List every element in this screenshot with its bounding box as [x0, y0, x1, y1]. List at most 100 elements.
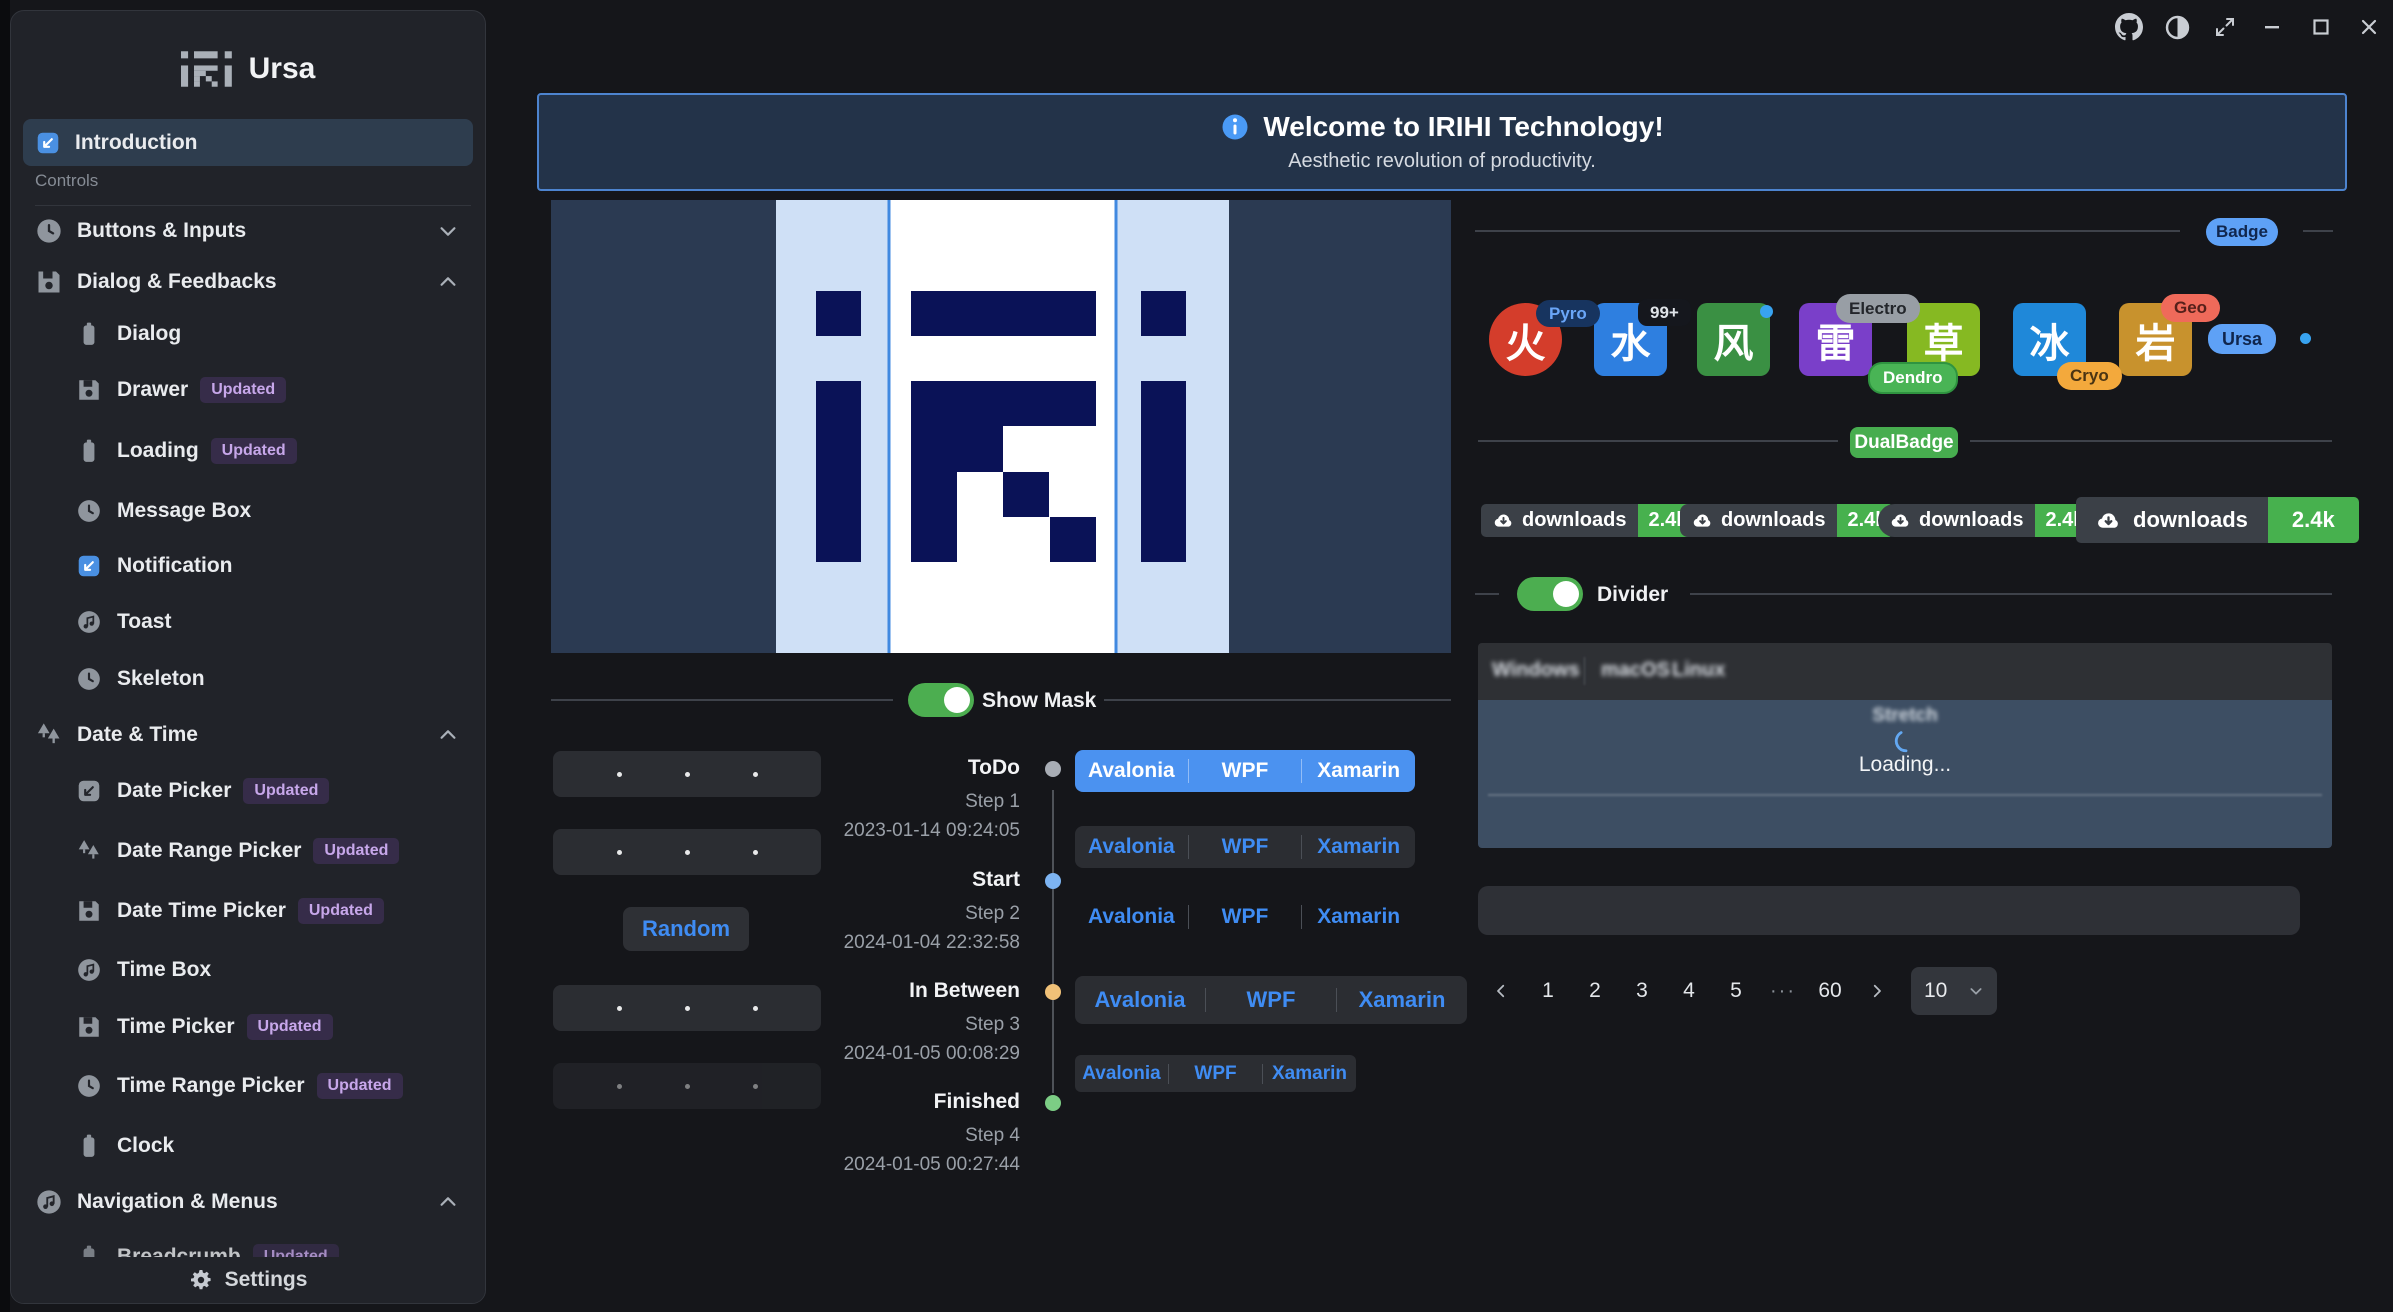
sidebar-item-time-picker[interactable]: Time Picker Updated	[11, 999, 485, 1055]
arrow-square-icon	[35, 130, 61, 156]
page-button[interactable]: 5	[1719, 974, 1753, 1008]
page-button[interactable]: 2	[1578, 974, 1612, 1008]
sidebar-group-navigation-menus[interactable]: Navigation & Menus	[11, 1174, 485, 1230]
element-tile-anemo: 风	[1697, 303, 1770, 376]
banner-title: Welcome to IRIHI Technology!	[1263, 111, 1663, 143]
sidebar-item-date-range-picker[interactable]: Date Range Picker Updated	[11, 823, 485, 879]
sidebar-group-dialog-feedbacks[interactable]: Dialog & Feedbacks	[11, 254, 485, 310]
button-group-dark: Avalonia WPF Xamarin	[1075, 826, 1415, 868]
step-title: In Between	[700, 979, 1020, 1003]
app-title: Ursa	[249, 52, 316, 86]
button-group-dark-small: Avalonia WPF Xamarin	[1075, 1055, 1356, 1092]
sidebar-item-time-range-picker[interactable]: Time Range Picker Updated	[11, 1058, 485, 1114]
dendro-badge: Dendro	[1868, 362, 1958, 394]
page-button[interactable]: 3	[1625, 974, 1659, 1008]
wpf-button[interactable]: WPF	[1189, 835, 1302, 859]
sidebar-group-buttons-inputs[interactable]: Buttons & Inputs	[11, 203, 485, 259]
clock-icon	[75, 1073, 103, 1099]
sidebar-item-drawer[interactable]: Drawer Updated	[11, 362, 485, 418]
badge-divider-pill: Badge	[2206, 218, 2278, 246]
divider-toggle-label: Divider	[1597, 583, 1668, 607]
ellipsis-icon[interactable]: ···	[1766, 980, 1800, 1003]
minimize-icon[interactable]	[2257, 12, 2287, 42]
sidebar-item-introduction[interactable]: Introduction	[23, 119, 473, 166]
divider-toggle[interactable]	[1517, 577, 1583, 611]
step-timestamp: 2024-01-04 22:32:58	[700, 932, 1020, 954]
step-subtitle: Step 4	[700, 1125, 1020, 1147]
app-window: Ursa Introduction Controls Buttons & Inp…	[0, 0, 2393, 1312]
step-subtitle: Step 2	[700, 903, 1020, 925]
wpf-button[interactable]: WPF	[1206, 987, 1336, 1013]
updated-badge: Updated	[317, 1073, 403, 1099]
battery-icon	[75, 438, 103, 464]
cloud-download-icon	[1692, 510, 1713, 531]
avalonia-button[interactable]: Avalonia	[1075, 987, 1205, 1013]
sidebar-item-message-box[interactable]: Message Box	[11, 483, 485, 539]
avalonia-button[interactable]: Avalonia	[1075, 759, 1188, 783]
wpf-button[interactable]: WPF	[1189, 759, 1302, 783]
maximize-icon[interactable]	[2306, 12, 2336, 42]
page-button[interactable]: 1	[1531, 974, 1565, 1008]
dot-badge	[2300, 333, 2311, 344]
divider-line	[1104, 699, 1451, 701]
page-button[interactable]: 60	[1813, 974, 1847, 1008]
updated-badge: Updated	[200, 377, 286, 403]
sidebar-item-loading[interactable]: Loading Updated	[11, 423, 485, 479]
xamarin-button[interactable]: Xamarin	[1302, 759, 1415, 783]
sidebar-item-date-picker[interactable]: Date Picker Updated	[11, 763, 485, 819]
chevron-down-icon	[1968, 983, 1984, 999]
ursa-badge: Ursa	[2208, 324, 2276, 354]
updated-badge: Updated	[211, 438, 297, 464]
trees-icon	[35, 721, 63, 749]
text-input[interactable]	[1478, 886, 2300, 935]
floppy-icon	[75, 377, 103, 403]
close-icon[interactable]	[2354, 12, 2384, 42]
sidebar-item-notification[interactable]: Notification	[11, 538, 485, 594]
battery-icon	[75, 321, 103, 347]
divider-line	[2303, 230, 2333, 232]
tab-linux[interactable]: Linux	[1672, 659, 1725, 682]
cloud-download-icon	[1890, 510, 1911, 531]
tab-macos[interactable]: macOS	[1601, 659, 1670, 682]
show-mask-label: Show Mask	[982, 689, 1096, 713]
avalonia-button[interactable]: Avalonia	[1075, 1063, 1168, 1085]
loading-text: Loading...	[1478, 753, 2332, 777]
theme-toggle-icon[interactable]	[2162, 12, 2192, 42]
xamarin-button[interactable]: Xamarin	[1263, 1063, 1356, 1085]
step-title: Start	[700, 868, 1020, 892]
prev-page-button[interactable]	[1484, 974, 1518, 1008]
wpf-button[interactable]: WPF	[1169, 1063, 1262, 1085]
cryo-badge: Cryo	[2057, 362, 2122, 390]
sidebar-item-date-time-picker[interactable]: Date Time Picker Updated	[11, 883, 485, 939]
sidebar-item-clock[interactable]: Clock	[11, 1118, 485, 1174]
updated-badge: Updated	[243, 778, 329, 804]
xamarin-button[interactable]: Xamarin	[1302, 905, 1415, 929]
arrow-square-icon	[75, 778, 103, 804]
show-mask-toggle[interactable]	[908, 683, 974, 717]
fullscreen-icon[interactable]	[2210, 12, 2240, 42]
button-group-dark-large: Avalonia WPF Xamarin	[1075, 976, 1467, 1024]
sidebar-item-skeleton[interactable]: Skeleton	[11, 651, 485, 707]
page-size-select[interactable]: 10	[1911, 967, 1997, 1015]
sidebar-item-toast[interactable]: Toast	[11, 594, 485, 650]
xamarin-button[interactable]: Xamarin	[1302, 835, 1415, 859]
music-note-icon	[75, 609, 103, 635]
window-edge	[0, 0, 10, 1312]
sidebar-item-dialog[interactable]: Dialog	[11, 306, 485, 362]
sidebar-item-time-box[interactable]: Time Box	[11, 942, 485, 998]
step-title: ToDo	[700, 756, 1020, 780]
next-page-button[interactable]	[1860, 974, 1894, 1008]
avalonia-button[interactable]: Avalonia	[1075, 835, 1188, 859]
settings-button[interactable]: Settings	[11, 1257, 485, 1303]
irihi-logo-artwork	[551, 200, 1451, 653]
page-button[interactable]: 4	[1672, 974, 1706, 1008]
tab-windows[interactable]: Windows	[1492, 659, 1580, 682]
divider-line	[1475, 230, 2180, 232]
xamarin-button[interactable]: Xamarin	[1337, 987, 1467, 1013]
wpf-button[interactable]: WPF	[1189, 905, 1302, 929]
github-icon[interactable]	[2114, 12, 2144, 42]
avalonia-button[interactable]: Avalonia	[1075, 905, 1188, 929]
arrow-square-icon	[75, 553, 103, 579]
sidebar-group-date-time[interactable]: Date & Time	[11, 707, 485, 763]
sidebar-section-controls: Controls	[35, 171, 471, 206]
